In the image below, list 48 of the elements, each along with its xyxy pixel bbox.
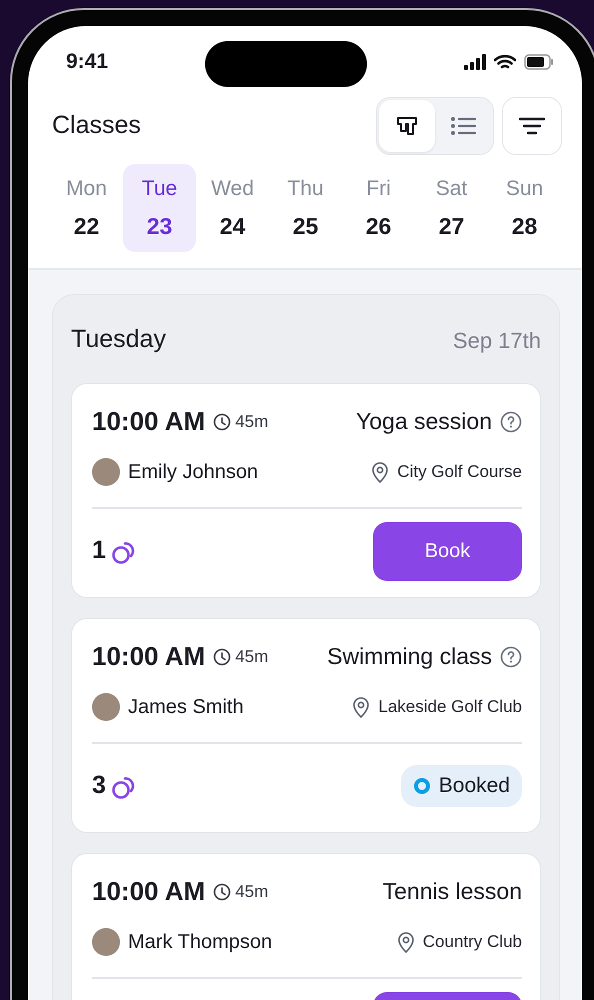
- location-pin-icon: [352, 696, 370, 718]
- duration: 45m: [235, 410, 268, 433]
- booked-status: Booked: [400, 765, 522, 807]
- day-tab[interactable]: Fri 26: [342, 164, 415, 252]
- class-time: 10:00 AM: [92, 875, 206, 908]
- signal-icon: [464, 54, 486, 70]
- avatar-photo: [92, 693, 120, 721]
- location: City Golf Course: [397, 461, 522, 484]
- filter-button[interactable]: [502, 97, 562, 155]
- clock-icon: [213, 412, 232, 430]
- location: Lakeside Golf Club: [378, 696, 522, 718]
- day-tab[interactable]: Sat 27: [415, 164, 488, 252]
- attendee-count: 1: [92, 535, 106, 566]
- date-label: Sep 17th: [452, 326, 541, 355]
- instructor-name: Mark Thompson: [128, 930, 272, 955]
- board-view-button[interactable]: [379, 100, 435, 152]
- location-pin-icon: [396, 931, 415, 953]
- class-title: Yoga session: [356, 407, 492, 436]
- avatar-photo: [92, 928, 120, 956]
- list-icon: [450, 115, 476, 137]
- wifi-icon: [494, 54, 516, 70]
- duration: 45m: [235, 646, 268, 668]
- location: Country Club: [422, 931, 522, 954]
- clock-time: 9:41: [66, 49, 108, 76]
- avatar-photo: [92, 458, 120, 486]
- class-time: 10:00 AM: [92, 405, 206, 438]
- day-tab[interactable]: Mon 22: [50, 164, 123, 252]
- instructor-name: Emily Johnson: [128, 460, 258, 485]
- location-pin-icon: [371, 461, 390, 483]
- duration: 45m: [235, 880, 268, 903]
- day-tab[interactable]: Sun 28: [488, 164, 561, 252]
- class-title: Swimming class: [327, 642, 492, 672]
- battery-icon: [524, 54, 554, 70]
- day-tab[interactable]: Tue 23: [123, 164, 196, 252]
- day-tab[interactable]: Thu 25: [269, 164, 342, 252]
- day-tab[interactable]: Wed 24: [196, 164, 269, 252]
- columns-icon: [395, 114, 419, 138]
- instructor-name: James Smith: [128, 695, 244, 720]
- clock-icon: [213, 882, 232, 900]
- clock-icon: [213, 648, 232, 666]
- page-title: Classes: [52, 110, 141, 142]
- filter-icon: [519, 116, 545, 136]
- class-title: Tennis lesson: [382, 877, 522, 906]
- class-time: 10:00 AM: [92, 640, 206, 673]
- ring-icon: [412, 777, 431, 795]
- book-button[interactable]: Book: [373, 522, 522, 580]
- attendee-count: 3: [92, 770, 106, 802]
- day-heading: Tuesday: [71, 324, 166, 356]
